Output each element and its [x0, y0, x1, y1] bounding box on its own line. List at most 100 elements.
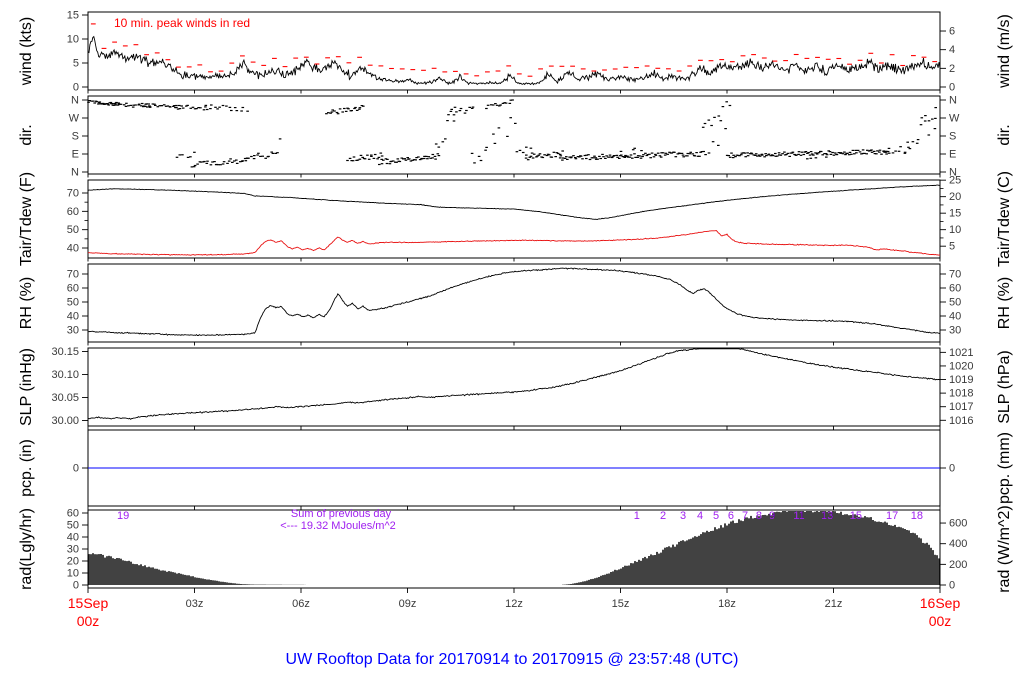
panel-rad: rad(Lgly/hr) rad (W/m^2)01020304050600200… [18, 505, 1013, 593]
svg-text:60: 60 [67, 508, 79, 520]
svg-text:1018: 1018 [949, 388, 973, 400]
svg-text:18: 18 [911, 510, 923, 522]
svg-text:0: 0 [949, 81, 955, 93]
svg-text:W: W [949, 113, 960, 125]
svg-text:6: 6 [728, 510, 734, 522]
svg-text:2: 2 [660, 510, 666, 522]
wind-direction-scatter [87, 99, 937, 168]
svg-text:30: 30 [67, 544, 79, 556]
svg-text:2: 2 [949, 63, 955, 75]
svg-text:40: 40 [67, 311, 79, 323]
svg-text:3: 3 [680, 510, 686, 522]
svg-text:1020: 1020 [949, 360, 973, 372]
svg-text:30.05: 30.05 [51, 392, 79, 404]
svg-text:50: 50 [67, 296, 79, 308]
svg-text:9: 9 [769, 510, 775, 522]
svg-text:6: 6 [949, 26, 955, 38]
svg-text:10: 10 [67, 34, 79, 46]
panel-frame-rh [87, 263, 941, 343]
svg-text:1017: 1017 [949, 401, 973, 413]
x-axis-labels: 03z 06z 09z 12z 15z 18z 21z [186, 598, 843, 610]
axis-ticks-pcp: 00 [73, 463, 955, 510]
series-dew-point-f [87, 230, 941, 256]
svg-text:40: 40 [67, 243, 79, 255]
svg-text:30: 30 [949, 325, 961, 337]
panel-pcp: pcp. (in) pcp. (mm)0 0 [18, 429, 1013, 510]
x-tick-label: 21z [825, 598, 843, 610]
svg-text:5: 5 [713, 510, 719, 522]
svg-text:15: 15 [949, 208, 961, 220]
svg-text:600: 600 [949, 518, 967, 530]
svg-text:60: 60 [67, 282, 79, 294]
svg-text:N: N [71, 167, 79, 179]
svg-text:E: E [72, 149, 79, 161]
svg-text:19: 19 [117, 510, 129, 522]
axis-title-left-dir: dir. [18, 124, 35, 145]
axis-title-right-dir: dir. [996, 124, 1013, 145]
svg-text:30: 30 [67, 325, 79, 337]
axis-title-left-rad: rad(Lgly/hr) [18, 508, 35, 590]
svg-text:70: 70 [67, 188, 79, 200]
svg-text:30.00: 30.00 [51, 415, 79, 427]
axis-title-right-pcp: pcp. (mm) [996, 432, 1013, 504]
svg-text:E: E [949, 149, 956, 161]
svg-text:40: 40 [67, 532, 79, 544]
axis-title-right-rad: rad (W/m^2) [996, 505, 1013, 593]
x-start-date-line1: 15Sep [68, 595, 109, 611]
axis-title-right-rh: RH (%) [996, 277, 1013, 329]
svg-text:5: 5 [949, 241, 955, 253]
x-tick-label: 18z [718, 598, 736, 610]
x-end-date-line2: 00z [929, 613, 952, 629]
peak-wind-dashes [90, 23, 938, 77]
svg-text:60: 60 [949, 282, 961, 294]
meteogram-page: wind (kts) wind (m/s) 0 5 10 15 0 2 4 6 dir. dir. N E… [0, 0, 1024, 700]
svg-text:0: 0 [73, 82, 79, 94]
panel-temp: Tair/Tdew (F) Tair/Tdew (C) 40 50 60 70 5 10 15 2… [18, 171, 1013, 267]
svg-text:40: 40 [949, 311, 961, 323]
svg-text:N: N [949, 95, 957, 107]
svg-text:70: 70 [949, 268, 961, 280]
panel-slp: SLP (inHg) SLP (hPa) 30.00 30.05 30.10 30.15 1… [18, 346, 1013, 430]
axis-ticks-temp: 40 50 60 70 5 10 15 20 25 [67, 175, 961, 262]
svg-text:0: 0 [949, 579, 955, 591]
svg-text:70: 70 [67, 268, 79, 280]
svg-text:30.15: 30.15 [51, 346, 79, 358]
series-sea-level-pressure [87, 348, 941, 420]
svg-text:15: 15 [850, 510, 862, 522]
axis-title-left-wind: wind (kts) [18, 17, 35, 86]
svg-text:10: 10 [949, 224, 961, 236]
svg-text:1019: 1019 [949, 374, 973, 386]
svg-text:1: 1 [634, 510, 640, 522]
x-tick-label: 06z [292, 598, 310, 610]
axis-ticks-rh: 30 40 50 60 70 30 40 50 60 70 [67, 268, 961, 346]
axis-title-right-temp: Tair/Tdew (C) [996, 171, 1013, 267]
svg-text:20: 20 [949, 191, 961, 203]
x-tick-label: 12z [505, 598, 523, 610]
axis-ticks-slp: 30.00 30.05 30.10 30.15 1016 10171018 1019 1020… [51, 346, 973, 430]
svg-text:20: 20 [67, 556, 79, 568]
x-tick-label: 09z [399, 598, 417, 610]
axis-title-left-temp: Tair/Tdew (F) [18, 172, 35, 266]
svg-text:7: 7 [742, 510, 748, 522]
x-tick-label: 15z [612, 598, 630, 610]
svg-text:0: 0 [949, 463, 955, 475]
svg-text:1016: 1016 [949, 415, 973, 427]
svg-text:S: S [949, 131, 956, 143]
series-air-temperature-f [87, 184, 941, 220]
svg-text:25: 25 [949, 175, 961, 187]
meteogram-chart: wind (kts) wind (m/s)0510150246dir. dir.NE… [18, 10, 1013, 669]
svg-text:50: 50 [67, 520, 79, 532]
peak-winds-annotation: 10 min. peak winds in red [114, 16, 250, 30]
axis-ticks-dir: NESWNNESWN [69, 95, 960, 179]
svg-text:N: N [71, 95, 79, 107]
axis-title-right-wind: wind (m/s) [996, 14, 1013, 89]
svg-text:4: 4 [949, 44, 955, 56]
panel-dir: dir. dir.NESWNNESWN [18, 95, 1013, 179]
axis-title-left-slp: SLP (inHg) [18, 348, 35, 426]
x-end-date-line1: 16Sep [920, 595, 961, 611]
plot-panels: wind (kts) wind (m/s)0510150246dir. dir.NE… [18, 10, 1013, 611]
svg-text:50: 50 [949, 296, 961, 308]
svg-text:11: 11 [793, 510, 804, 522]
svg-text:30.10: 30.10 [51, 369, 79, 381]
rad-sum-annotation-line1: Sum of previous day [291, 508, 392, 520]
